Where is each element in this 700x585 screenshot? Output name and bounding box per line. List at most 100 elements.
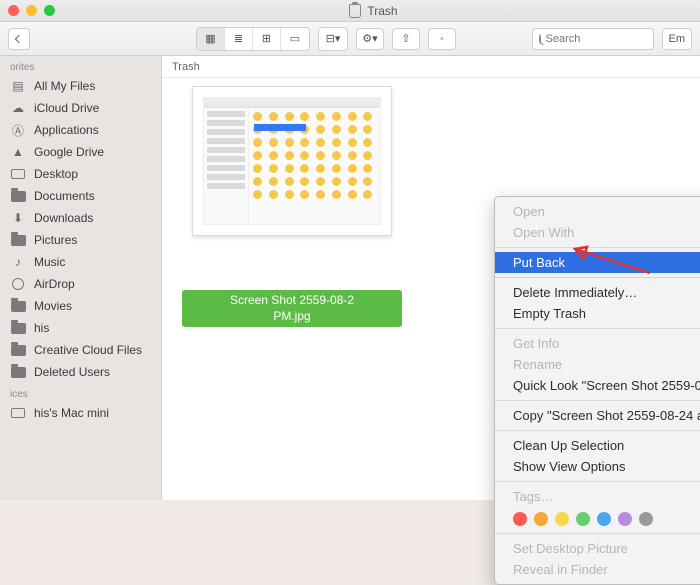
action-button[interactable]: ⚙▾ [356,28,384,50]
context-menu: Open Open With Put Back Delete Immediate… [494,196,700,585]
sidebar-item-label: Downloads [34,211,93,225]
ctx-tag-colors [495,507,700,529]
close-button[interactable] [8,5,19,16]
tag-color-dot[interactable] [555,512,569,526]
path-text: Trash [172,61,200,73]
cloud-icon: ☁ [10,101,26,115]
movies-icon [10,299,26,313]
sidebar-item-label: Movies [34,299,72,313]
ctx-separator [495,481,700,482]
ctx-quick-look[interactable]: Quick Look "Screen Shot 2559-08-24 at 6.… [495,375,700,396]
sidebar-item-label: his [34,321,49,335]
file-area[interactable]: Trash Screen Shot 2559-08-2PM.jpg Open O [162,56,700,500]
tag-color-dot[interactable] [576,512,590,526]
sidebar-item-label: Desktop [34,167,78,181]
maximize-button[interactable] [44,5,55,16]
content-area: orites ▤All My Files ☁iCloud Drive ⒶAppl… [0,56,700,500]
sidebar-item-pictures[interactable]: Pictures [0,229,161,251]
sidebar-item-label: Deleted Users [34,365,110,379]
sidebar-section-favorites: orites [0,56,161,75]
download-icon: ⬇ [10,211,26,225]
sidebar-item-mac-mini[interactable]: his's Mac mini [0,402,161,424]
sidebar-item-movies[interactable]: Movies [0,295,161,317]
gallery-view-button[interactable]: ▭ [281,28,309,50]
empty-trash-button[interactable]: Em [662,28,693,50]
chevron-left-icon [15,34,23,42]
sidebar-item-label: Google Drive [34,145,104,159]
folder-icon [10,321,26,335]
columns-icon: ⊞ [262,32,271,45]
gallery-icon: ▭ [290,32,300,45]
pictures-icon [10,233,26,247]
sidebar-item-label: Music [34,255,65,269]
arrange-group: ⊟▾ [318,27,348,51]
ctx-rename[interactable]: Rename [495,354,700,375]
window-title-text: Trash [367,4,397,18]
ctx-delete-immediately[interactable]: Delete Immediately… [495,282,700,303]
ctx-get-info[interactable]: Get Info [495,333,700,354]
sidebar: orites ▤All My Files ☁iCloud Drive ⒶAppl… [0,56,162,500]
view-mode-group: ▦ ≣ ⊞ ▭ [196,27,310,51]
arrange-button[interactable]: ⊟▾ [319,28,347,50]
gear-icon: ⚙▾ [362,32,377,45]
trash-icon [349,4,361,18]
sidebar-item-all-my-files[interactable]: ▤All My Files [0,75,161,97]
device-icon [10,406,26,420]
column-view-button[interactable]: ⊞ [253,28,281,50]
sidebar-item-label: AirDrop [34,277,75,291]
sidebar-item-his[interactable]: his [0,317,161,339]
titlebar: Trash [0,0,700,22]
back-button[interactable] [8,28,30,50]
ctx-copy[interactable]: Copy "Screen Shot 2559-08-24 at 6.27.13 … [495,405,700,426]
ctx-separator [495,430,700,431]
ctx-open[interactable]: Open [495,201,700,222]
file-thumbnail [192,86,392,236]
ctx-empty-trash[interactable]: Empty Trash [495,303,700,324]
sidebar-item-downloads[interactable]: ⬇ Downloads [0,207,161,229]
desktop-icon [10,167,26,181]
toolbar: ▦ ≣ ⊞ ▭ ⊟▾ ⚙▾ ⇧ ◦ Em [0,22,700,56]
ctx-open-with[interactable]: Open With [495,222,700,243]
tag-color-dot[interactable] [534,512,548,526]
ctx-separator [495,328,700,329]
ctx-reveal[interactable]: Reveal in Finder [495,559,700,580]
window-controls [8,5,55,16]
sidebar-item-label: his's Mac mini [34,406,109,420]
share-button[interactable]: ⇧ [392,28,420,50]
ctx-set-desktop[interactable]: Set Desktop Picture [495,538,700,559]
ctx-view-options[interactable]: Show View Options [495,456,700,477]
sidebar-item-creative-cloud[interactable]: Creative Cloud Files [0,339,161,361]
tag-color-dot[interactable] [513,512,527,526]
ctx-cleanup[interactable]: Clean Up Selection [495,435,700,456]
sidebar-item-deleted-users[interactable]: Deleted Users [0,361,161,383]
sidebar-item-icloud[interactable]: ☁iCloud Drive [0,97,161,119]
sidebar-item-google-drive[interactable]: ▲Google Drive [0,141,161,163]
sidebar-item-documents[interactable]: Documents [0,185,161,207]
sidebar-item-airdrop[interactable]: AirDrop [0,273,161,295]
tags-button[interactable]: ◦ [428,28,456,50]
sidebar-item-music[interactable]: ♪ Music [0,251,161,273]
file-name-label: Screen Shot 2559-08-2PM.jpg [182,290,402,327]
ctx-tags[interactable]: Tags… [495,486,700,507]
sidebar-item-label: Applications [34,123,99,137]
tag-color-dot[interactable] [618,512,632,526]
ctx-separator [495,277,700,278]
tag-icon: ◦ [440,33,444,45]
sidebar-item-applications[interactable]: ⒶApplications [0,119,161,141]
grid-icon: ▦ [205,32,215,45]
ctx-separator [495,533,700,534]
sidebar-item-label: All My Files [34,79,95,93]
minimize-button[interactable] [26,5,37,16]
file-item[interactable]: Screen Shot 2559-08-2PM.jpg [182,86,402,327]
arrange-icon: ⊟▾ [326,32,341,45]
ctx-put-back[interactable]: Put Back [495,252,700,273]
sidebar-section-devices: ices [0,383,161,402]
tag-color-dot[interactable] [639,512,653,526]
list-view-button[interactable]: ≣ [225,28,253,50]
sidebar-item-label: Pictures [34,233,77,247]
sidebar-item-desktop[interactable]: Desktop [0,163,161,185]
icon-view-button[interactable]: ▦ [197,28,225,50]
tag-color-dot[interactable] [597,512,611,526]
search-field[interactable] [532,28,654,50]
music-icon: ♪ [10,255,26,269]
